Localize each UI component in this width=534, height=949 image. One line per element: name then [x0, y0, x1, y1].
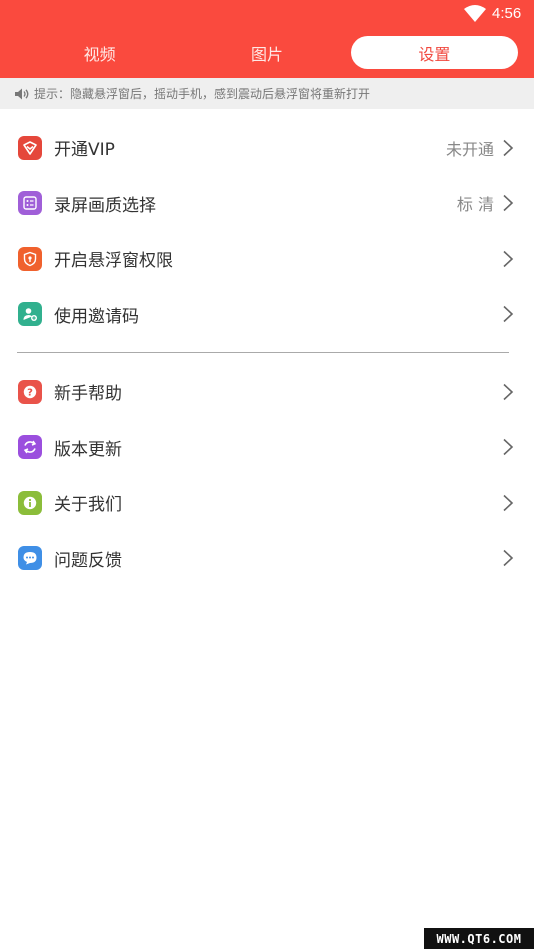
tab-bar: 视频 图片 设置 — [16, 36, 518, 69]
chevron-right-icon — [503, 195, 514, 212]
setting-label: 使用邀请码 — [54, 306, 139, 327]
tab-settings[interactable]: 设置 — [350, 36, 518, 69]
vip-icon — [18, 135, 42, 160]
speaker-icon — [15, 88, 29, 99]
tab-video[interactable]: 视频 — [16, 36, 183, 69]
setting-row-float-permission[interactable]: 开启悬浮窗权限 — [0, 231, 534, 287]
info-icon — [18, 490, 42, 515]
chevron-right-icon — [503, 139, 514, 156]
setting-row-about[interactable]: 关于我们 — [0, 475, 534, 531]
setting-row-help[interactable]: ? 新手帮助 — [0, 364, 534, 420]
settings-group-support: ? 新手帮助 版本更新 关于我们 问题反馈 — [0, 364, 534, 586]
setting-label: 开启悬浮窗权限 — [54, 251, 173, 272]
setting-label: 开通VIP — [54, 140, 115, 161]
quality-icon — [18, 191, 42, 216]
setting-row-quality[interactable]: 录屏画质选择 标 清 — [0, 176, 534, 232]
chevron-right-icon — [503, 250, 514, 267]
add-user-icon — [18, 302, 42, 327]
chevron-right-icon — [503, 439, 514, 456]
tab-pictures[interactable]: 图片 — [183, 36, 350, 69]
chevron-right-icon — [503, 306, 514, 323]
setting-row-feedback[interactable]: 问题反馈 — [0, 531, 534, 587]
setting-label: 问题反馈 — [54, 550, 122, 571]
status-time: 4:56 — [492, 5, 522, 22]
wifi-icon — [464, 5, 486, 22]
status-bar: 4:56 — [0, 0, 534, 30]
setting-row-update[interactable]: 版本更新 — [0, 420, 534, 476]
setting-row-invite-code[interactable]: 使用邀请码 — [0, 287, 534, 343]
setting-value: 标 清 — [456, 195, 494, 215]
setting-label: 新手帮助 — [54, 384, 122, 405]
setting-value: 未开通 — [445, 139, 494, 159]
svg-text:?: ? — [27, 387, 33, 398]
tip-banner: 提示：隐藏悬浮窗后，摇动手机，感到震动后悬浮窗将重新打开 — [0, 78, 534, 109]
chevron-right-icon — [503, 550, 514, 567]
feedback-icon — [18, 546, 42, 571]
setting-label: 关于我们 — [54, 495, 122, 516]
setting-label: 版本更新 — [54, 439, 122, 460]
chevron-right-icon — [503, 494, 514, 511]
help-icon: ? — [18, 379, 42, 404]
section-divider — [17, 352, 509, 353]
refresh-icon — [18, 435, 42, 460]
app-header: 4:56 视频 图片 设置 — [0, 0, 534, 78]
shield-icon — [18, 246, 42, 271]
site-watermark: WWW.QT6.COM — [424, 928, 534, 949]
setting-row-vip[interactable]: 开通VIP 未开通 — [0, 120, 534, 176]
tip-text: 提示：隐藏悬浮窗后，摇动手机，感到震动后悬浮窗将重新打开 — [34, 87, 371, 101]
setting-label: 录屏画质选择 — [54, 195, 156, 216]
settings-group-account: 开通VIP 未开通 录屏画质选择 标 清 开启悬浮窗权限 使用邀请码 — [0, 120, 534, 342]
chevron-right-icon — [503, 383, 514, 400]
